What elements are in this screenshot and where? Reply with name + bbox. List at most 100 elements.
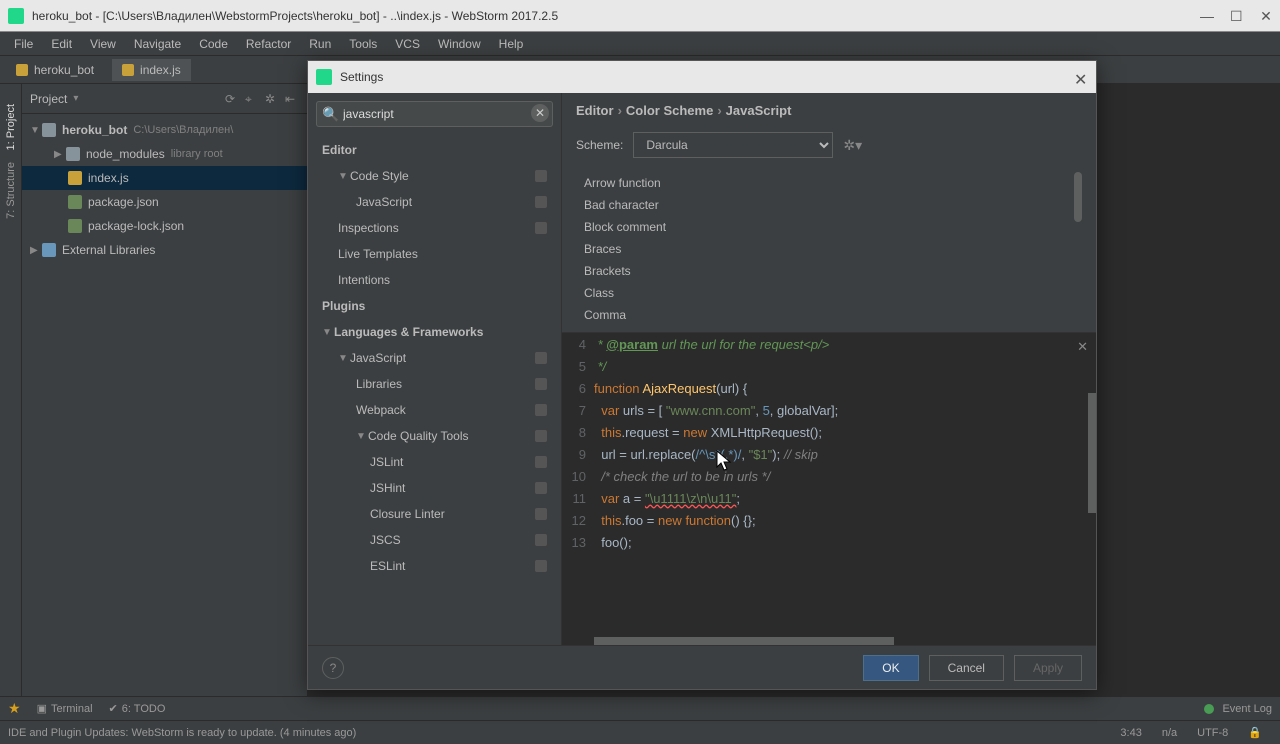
tree-node-modules[interactable]: ▶node_moduleslibrary root: [22, 142, 307, 166]
settings-tree-panel: 🔍 ✕ Editor ▼Code Style JavaScript Inspec…: [308, 93, 562, 645]
tree-package-lock[interactable]: package-lock.json: [22, 214, 307, 238]
attr-item[interactable]: Class: [576, 282, 1082, 304]
scope-icon: [535, 430, 547, 442]
scope-icon: [535, 222, 547, 234]
menu-run[interactable]: Run: [301, 35, 339, 53]
menu-tools[interactable]: Tools: [341, 35, 385, 53]
tab-project-label: heroku_bot: [34, 63, 94, 77]
attr-item[interactable]: Arrow function: [576, 172, 1082, 194]
tree-plugins[interactable]: Plugins: [308, 293, 561, 319]
scope-icon: [535, 456, 547, 468]
tree-code-quality[interactable]: ▼Code Quality Tools: [308, 423, 561, 449]
json-file-icon: [68, 219, 82, 233]
ok-button[interactable]: OK: [863, 655, 918, 681]
tree-inspections[interactable]: Inspections: [308, 215, 561, 241]
menu-vcs[interactable]: VCS: [387, 35, 428, 53]
attr-item[interactable]: Block comment: [576, 216, 1082, 238]
attr-item[interactable]: Braces: [576, 238, 1082, 260]
settings-footer: ? OK Cancel Apply: [308, 645, 1096, 689]
maximize-button[interactable]: ☐: [1230, 10, 1242, 22]
help-button[interactable]: ?: [322, 657, 344, 679]
menu-navigate[interactable]: Navigate: [126, 35, 189, 53]
search-icon: 🔍: [322, 106, 339, 123]
tree-root[interactable]: ▼heroku_botC:\Users\Владилен\: [22, 118, 307, 142]
close-icon[interactable]: ✕: [1074, 70, 1088, 84]
menu-view[interactable]: View: [82, 35, 124, 53]
tree-package[interactable]: package.json: [22, 190, 307, 214]
attr-item[interactable]: Bad character: [576, 194, 1082, 216]
event-log-button[interactable]: Event Log: [1204, 703, 1272, 715]
tree-jscs[interactable]: JSCS: [308, 527, 561, 553]
app-icon: [8, 8, 24, 24]
scheme-label: Scheme:: [576, 138, 623, 152]
tree-code-style[interactable]: ▼Code Style: [308, 163, 561, 189]
project-panel-label: Project: [30, 92, 67, 106]
minimize-button[interactable]: —: [1200, 10, 1212, 22]
menu-file[interactable]: File: [6, 35, 41, 53]
settings-titlebar[interactable]: Settings ✕: [308, 61, 1096, 93]
scope-icon: [535, 170, 547, 182]
project-tree: ▼heroku_botC:\Users\Владилен\ ▶node_modu…: [22, 114, 307, 266]
h-scrollbar[interactable]: [594, 637, 894, 645]
tree-jslint[interactable]: JSLint: [308, 449, 561, 475]
tree-webpack[interactable]: Webpack: [308, 397, 561, 423]
tree-eslint[interactable]: ESLint: [308, 553, 561, 579]
scope-icon: [535, 508, 547, 520]
attr-item[interactable]: Brackets: [576, 260, 1082, 282]
window-titlebar: heroku_bot - [C:\Users\Владилен\Webstorm…: [0, 0, 1280, 32]
tool-structure[interactable]: 7: Structure: [5, 162, 17, 219]
apply-button[interactable]: Apply: [1014, 655, 1082, 681]
folder-icon: [66, 147, 80, 161]
library-icon: [42, 243, 56, 257]
tree-jshint[interactable]: JSHint: [308, 475, 561, 501]
menu-code[interactable]: Code: [191, 35, 236, 53]
tree-libraries[interactable]: Libraries: [308, 371, 561, 397]
tree-lang-fw[interactable]: ▼Languages & Frameworks: [308, 319, 561, 345]
menu-window[interactable]: Window: [430, 35, 489, 53]
terminal-button[interactable]: ▣ Terminal: [37, 702, 93, 715]
scope-icon: [535, 534, 547, 546]
cancel-button[interactable]: Cancel: [929, 655, 1004, 681]
gear-icon[interactable]: ✲▾: [843, 137, 859, 153]
json-file-icon: [68, 195, 82, 209]
menu-refactor[interactable]: Refactor: [238, 35, 299, 53]
settings-title-label: Settings: [340, 70, 1074, 84]
scope-icon: [535, 352, 547, 364]
tree-javascript-codestyle[interactable]: JavaScript: [308, 189, 561, 215]
tab-project[interactable]: heroku_bot: [6, 59, 104, 81]
close-window-button[interactable]: ✕: [1260, 10, 1272, 22]
project-panel: Project ▾ ⟳ ⌖ ✲ ⇤ ▼heroku_botC:\Users\Вл…: [22, 84, 308, 696]
tree-ext-libs[interactable]: ▶External Libraries: [22, 238, 307, 262]
statusbar: IDE and Plugin Updates: WebStorm is read…: [0, 720, 1280, 744]
scope-icon: [535, 196, 547, 208]
attr-item[interactable]: Comma: [576, 304, 1082, 326]
js-file-icon: [68, 171, 82, 185]
tree-intentions[interactable]: Intentions: [308, 267, 561, 293]
clear-search-icon[interactable]: ✕: [531, 104, 549, 122]
scope-icon: [535, 560, 547, 572]
search-input[interactable]: [316, 101, 553, 127]
collapse-icon[interactable]: ⟳: [225, 92, 239, 106]
tree-live-templates[interactable]: Live Templates: [308, 241, 561, 267]
tree-closure[interactable]: Closure Linter: [308, 501, 561, 527]
tree-javascript[interactable]: ▼JavaScript: [308, 345, 561, 371]
menu-edit[interactable]: Edit: [43, 35, 80, 53]
scope-icon: [535, 404, 547, 416]
gear-icon[interactable]: ✲: [265, 92, 279, 106]
attribute-list[interactable]: Arrow function Bad character Block comme…: [576, 172, 1082, 332]
v-scrollbar[interactable]: [1088, 393, 1096, 513]
close-preview-icon[interactable]: ✕: [1077, 339, 1088, 355]
tab-file[interactable]: index.js: [112, 59, 191, 81]
tree-editor[interactable]: Editor: [308, 137, 561, 163]
hide-icon[interactable]: ⇤: [285, 92, 299, 106]
status-pos: 3:43: [1110, 727, 1151, 739]
scheme-select[interactable]: Darcula: [633, 132, 833, 158]
tree-index[interactable]: index.js: [22, 166, 307, 190]
settings-dialog: Settings ✕ 🔍 ✕ Editor ▼Code Style JavaSc…: [307, 60, 1097, 690]
todo-button[interactable]: ✔ 6: TODO: [109, 702, 166, 715]
target-icon[interactable]: ⌖: [245, 92, 259, 106]
tool-project[interactable]: 1: Project: [5, 104, 17, 150]
folder-icon: [16, 64, 28, 76]
scrollbar[interactable]: [1074, 172, 1082, 222]
menu-help[interactable]: Help: [491, 35, 532, 53]
